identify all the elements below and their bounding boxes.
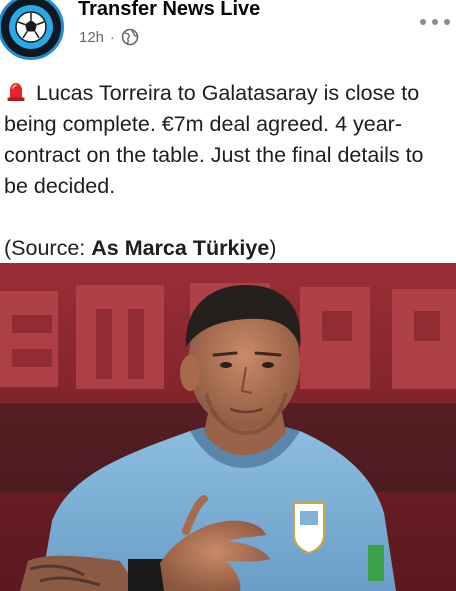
post-photo[interactable]: [0, 263, 456, 591]
player-photo-image: [0, 263, 456, 591]
facebook-post: Transfer News Live 12h · Lucas Torreira …: [0, 0, 456, 591]
source-name: As Marca Türkiye: [91, 236, 270, 260]
globe-icon[interactable]: [121, 28, 139, 46]
post-header: Transfer News Live 12h ·: [0, 0, 456, 60]
post-message: Lucas Torreira to Galatasaray is close t…: [4, 78, 450, 264]
page-name-link[interactable]: Transfer News Live: [78, 0, 260, 21]
jersey-crest: [293, 502, 325, 555]
post-meta: 12h ·: [79, 28, 139, 46]
more-horizontal-icon: [420, 19, 426, 25]
police-siren-icon: [4, 79, 28, 103]
post-message-text: Lucas Torreira to Galatasaray is close t…: [4, 81, 424, 198]
more-options-button[interactable]: [420, 12, 450, 32]
source-suffix: ): [269, 236, 277, 260]
soccer-ball-icon: [9, 5, 53, 49]
post-timestamp[interactable]: 12h: [79, 29, 104, 46]
page-avatar[interactable]: [0, 0, 64, 60]
meta-separator: ·: [110, 29, 115, 45]
source-prefix: (Source:: [4, 236, 92, 260]
post-message-paragraph: Lucas Torreira to Galatasaray is close t…: [4, 78, 450, 202]
post-source-line: (Source: As Marca Türkiye): [4, 233, 450, 264]
